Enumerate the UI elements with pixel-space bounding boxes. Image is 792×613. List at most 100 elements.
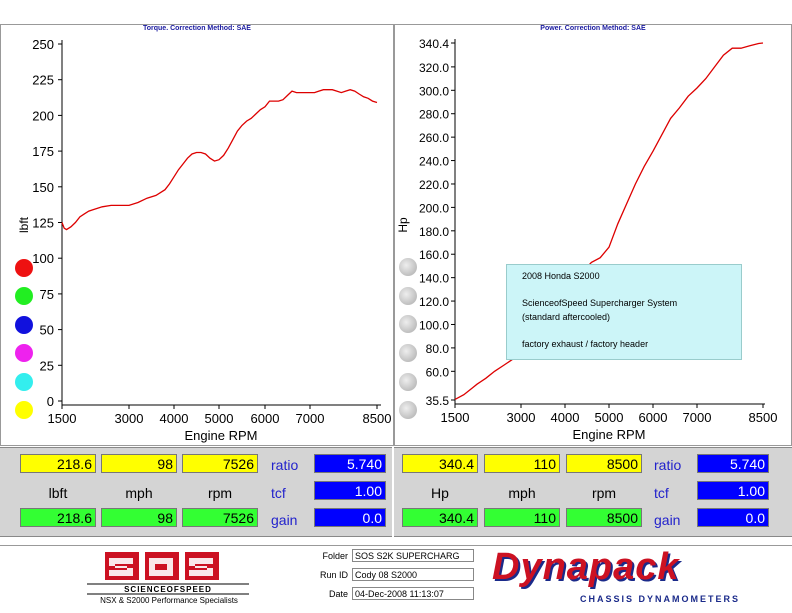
- x-tick-label: 5000: [595, 410, 624, 425]
- unit-mph: mph: [125, 485, 153, 501]
- y-tick-label: 200: [32, 108, 54, 123]
- y-tick-label: 50: [40, 323, 54, 338]
- power-chart: 340.4 320.0 300.0 280.0 260.0 240.0 220.0 200.0…: [396, 37, 778, 442]
- rpm-bottom-value-right: 8500: [566, 508, 642, 527]
- x-tick-label: 7000: [296, 411, 325, 426]
- x-tick-label: 3000: [115, 411, 144, 426]
- swatch-grey-2[interactable]: [399, 287, 417, 305]
- y-tick-label: 175: [32, 144, 54, 159]
- x-tick-label: 6000: [251, 411, 280, 426]
- x-tick-label: 7000: [683, 410, 712, 425]
- power-readout-bar: 340.4 110 8500 ratio 5.740 Hp mph rpm tc…: [394, 447, 792, 537]
- x-tick-label: 4000: [551, 410, 580, 425]
- swatch-green[interactable]: [15, 287, 33, 305]
- x-tick-label: 1500: [441, 410, 470, 425]
- rpm-bottom-value: 7526: [182, 508, 258, 527]
- rpm-top-value-right: 8500: [566, 454, 642, 473]
- x-tick-label: 3000: [507, 410, 536, 425]
- swatch-grey-5[interactable]: [399, 373, 417, 391]
- x-tick-label: 5000: [205, 411, 234, 426]
- scienceofspeed-logo: SCIENCEOFSPEED: [87, 552, 249, 595]
- dynapack-logo: Dynapack: [492, 546, 680, 588]
- folder-field[interactable]: SOS S2K SUPERCHARG: [352, 549, 474, 562]
- swatch-yellow[interactable]: [15, 401, 33, 419]
- torque-bottom-value: 218.6: [20, 508, 96, 527]
- gain-value[interactable]: 0.0: [314, 508, 386, 527]
- run-note: 2008 Honda S2000 ScienceofSpeed Supercha…: [506, 264, 742, 360]
- swatch-grey-6[interactable]: [399, 401, 417, 419]
- runid-label: Run ID: [319, 570, 348, 580]
- mph-bottom-value: 98: [101, 508, 177, 527]
- mph-bottom-value-right: 110: [484, 508, 560, 527]
- y-tick-label: 250: [32, 37, 54, 52]
- unit-lbft: lbft: [48, 485, 68, 501]
- swatch-red[interactable]: [15, 259, 33, 277]
- power-chart-panel: Power. Correction Method: SAE 340.4 320.0…: [394, 24, 792, 446]
- tcf-value-right[interactable]: 1.00: [697, 481, 769, 500]
- gain-label: gain: [271, 512, 298, 528]
- gain-value-right[interactable]: 0.0: [697, 508, 769, 527]
- y-tick-label: 60.0: [426, 365, 450, 379]
- y-tick-label: 260.0: [419, 131, 449, 145]
- y-tick-label: 140.0: [419, 272, 449, 286]
- note-line-1: 2008 Honda S2000: [522, 271, 600, 281]
- y-tick-label: 340.4: [419, 37, 449, 51]
- folder-label: Folder: [322, 551, 348, 561]
- x-tick-label: 1500: [48, 411, 77, 426]
- note-line-4: factory exhaust / factory header: [522, 339, 649, 349]
- tcf-value[interactable]: 1.00: [314, 481, 386, 500]
- note-line-2: ScienceofSpeed Supercharger System: [522, 298, 678, 308]
- logo-text: SCIENCEOFSPEED: [124, 585, 212, 594]
- y-tick-label: 75: [40, 287, 54, 302]
- swatch-grey-1[interactable]: [399, 258, 417, 276]
- ratio-value[interactable]: 5.740: [314, 454, 386, 473]
- x-axis-label: Engine RPM: [573, 427, 646, 442]
- y-tick-label: 320.0: [419, 61, 449, 75]
- footer: SCIENCEOFSPEED NSX & S2000 Performance S…: [0, 545, 792, 613]
- swatch-blue[interactable]: [15, 316, 33, 334]
- y-tick-label: 150: [32, 180, 54, 195]
- y-axis-label: Hp: [396, 217, 410, 233]
- hp-bottom-value: 340.4: [402, 508, 478, 527]
- swatch-magenta[interactable]: [15, 344, 33, 362]
- x-tick-label: 4000: [160, 411, 189, 426]
- x-tick-label: 8500: [749, 410, 778, 425]
- swatch-grey-4[interactable]: [399, 344, 417, 362]
- note-line-3: (standard aftercooled): [522, 312, 611, 322]
- y-tick-label: 240.0: [419, 155, 449, 169]
- x-tick-label: 8500: [363, 411, 392, 426]
- ratio-label-right: ratio: [654, 457, 682, 473]
- y-tick-label: 280.0: [419, 108, 449, 122]
- date-field[interactable]: 04-Dec-2008 11:13:07: [352, 587, 474, 600]
- hp-top-value: 340.4: [402, 454, 478, 473]
- y-tick-label: 100: [32, 251, 54, 266]
- unit-hp: Hp: [431, 485, 449, 501]
- torque-chart-panel: Torque. Correction Method: SAE 250 225 200…: [0, 24, 394, 446]
- swatch-grey-3[interactable]: [399, 315, 417, 333]
- y-axis-label: lbft: [17, 216, 31, 233]
- x-tick-label: 6000: [639, 410, 668, 425]
- mph-top-value-right: 110: [484, 454, 560, 473]
- rpm-top-value: 7526: [182, 454, 258, 473]
- y-tick-label: 125: [32, 216, 54, 231]
- y-tick-label: 25: [40, 358, 54, 373]
- y-tick-label: 35.5: [426, 394, 450, 408]
- y-tick-label: 80.0: [426, 342, 450, 356]
- tcf-label: tcf: [271, 485, 286, 501]
- gain-label-right: gain: [654, 512, 681, 528]
- torque-top-value: 218.6: [20, 454, 96, 473]
- date-label: Date: [328, 589, 348, 599]
- y-tick-label: 160.0: [419, 248, 449, 262]
- y-tick-label: 0: [47, 394, 54, 409]
- dynapack-subtitle: CHASSIS DYNAMOMETERS: [580, 594, 741, 604]
- swatch-cyan[interactable]: [15, 373, 33, 391]
- y-tick-label: 100.0: [419, 318, 449, 332]
- ratio-label: ratio: [271, 457, 299, 473]
- unit-mph-right: mph: [508, 485, 536, 501]
- runid-field[interactable]: Cody 08 S2000: [352, 568, 474, 581]
- y-tick-label: 180.0: [419, 225, 449, 239]
- unit-rpm-right: rpm: [591, 485, 617, 501]
- y-tick-label: 200.0: [419, 201, 449, 215]
- ratio-value-right[interactable]: 5.740: [697, 454, 769, 473]
- y-tick-label: 225: [32, 73, 54, 88]
